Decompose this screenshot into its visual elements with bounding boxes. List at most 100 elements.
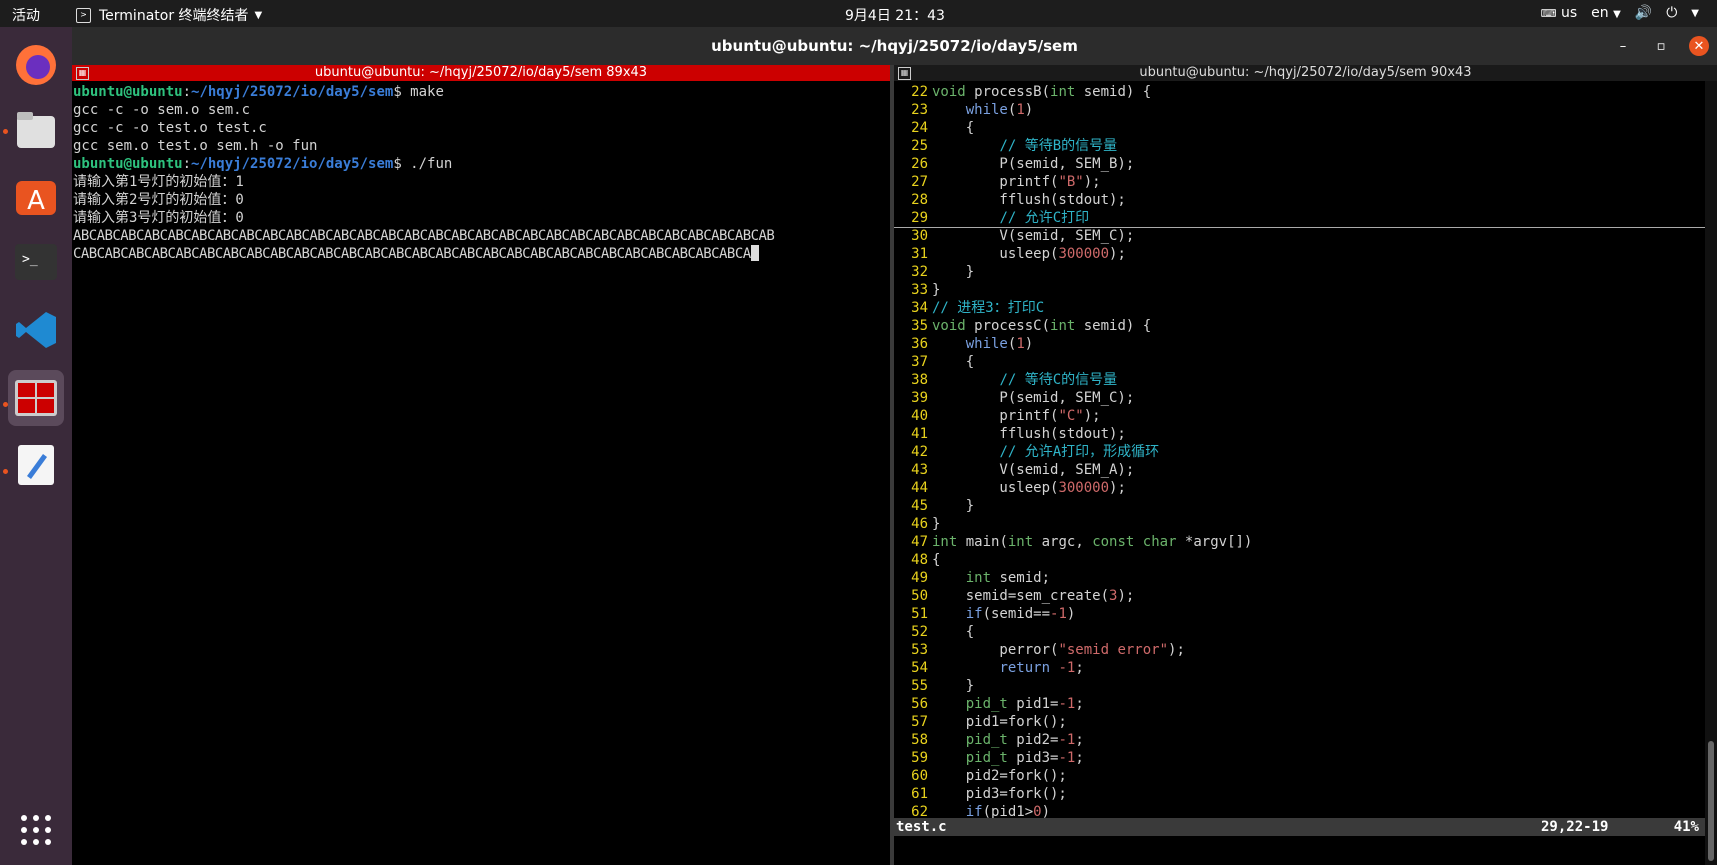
code-line[interactable]: 46} xyxy=(894,515,1717,533)
code-line[interactable]: 54 return -1; xyxy=(894,659,1717,677)
line-number: 44 xyxy=(911,480,928,496)
line-number: 28 xyxy=(911,192,928,208)
code-line[interactable]: 41 fflush(stdout); xyxy=(894,425,1717,443)
code-line[interactable]: 26 P(semid, SEM_B); xyxy=(894,155,1717,173)
firefox-icon xyxy=(16,45,56,85)
scrollbar[interactable] xyxy=(1705,81,1717,865)
code-line[interactable]: 56 pid_t pid1=-1; xyxy=(894,695,1717,713)
terminal-line: 请输入第1号灯的初始值：1 xyxy=(73,174,244,190)
code-line[interactable]: 31 usleep(300000); xyxy=(894,245,1717,263)
line-number: 41 xyxy=(911,426,928,442)
code-text: return -1; xyxy=(999,660,1084,676)
code-line[interactable]: 32 } xyxy=(894,263,1717,281)
code-line[interactable]: 27 printf("B"); xyxy=(894,173,1717,191)
code-line[interactable]: 39 P(semid, SEM_C); xyxy=(894,389,1717,407)
code-text: int semid; xyxy=(965,570,1051,586)
code-line[interactable]: 33} xyxy=(894,281,1717,299)
left-terminal-pane[interactable]: ▦ ubuntu@ubuntu: ~/hqyj/25072/io/day5/se… xyxy=(72,65,890,865)
code-line[interactable]: 36 while(1) xyxy=(894,335,1717,353)
code-text: pid3=fork(); xyxy=(932,786,1067,802)
code-line[interactable]: 49 int semid; xyxy=(894,569,1717,587)
code-text: V(semid, SEM_C); xyxy=(932,228,1135,244)
code-line[interactable]: 58 pid_t pid2=-1; xyxy=(894,731,1717,749)
scrollbar-thumb[interactable] xyxy=(1708,741,1714,861)
code-line[interactable]: 22 void processB(int semid) { xyxy=(894,83,1717,101)
vim-editor[interactable]: 22 void processB(int semid) {23 while(1) 2… xyxy=(894,81,1717,821)
terminal-line: ABCABCABCABCABCABCABCABCABCABCABCABCABCA… xyxy=(73,228,775,244)
power-icon[interactable]: ⏻ xyxy=(1666,5,1677,21)
dock-text-editor[interactable] xyxy=(8,437,64,493)
code-text: P(semid, SEM_C); xyxy=(932,390,1135,406)
code-line[interactable]: 52 { xyxy=(894,623,1717,641)
window-titlebar[interactable]: ubuntu@ubuntu: ~/hqyj/25072/io/day5/sem … xyxy=(72,27,1717,65)
line-number: 40 xyxy=(911,408,928,424)
code-line[interactable]: 44 usleep(300000); xyxy=(894,479,1717,497)
caret-down-icon: ▼ xyxy=(1613,9,1621,20)
maximize-button[interactable]: ▫ xyxy=(1651,36,1671,56)
code-line[interactable]: 61 pid3=fork(); xyxy=(894,785,1717,803)
dock-terminal[interactable]: >_ xyxy=(8,234,64,290)
code-text: } xyxy=(932,264,975,280)
dock-firefox[interactable] xyxy=(8,37,64,93)
code-line[interactable]: 59 pid_t pid3=-1; xyxy=(894,749,1717,767)
dock-files[interactable] xyxy=(8,102,64,158)
show-apps-button[interactable] xyxy=(8,802,64,858)
code-line[interactable]: 23 while(1) xyxy=(894,101,1717,119)
line-number: 61 xyxy=(911,786,928,802)
dock-software[interactable]: A xyxy=(8,167,64,223)
pane-grid-icon[interactable]: ▦ xyxy=(898,67,911,80)
dock-vscode[interactable] xyxy=(8,302,64,358)
code-line[interactable]: 28 fflush(stdout); xyxy=(894,191,1717,209)
line-number: 59 xyxy=(911,750,928,766)
line-number: 30 xyxy=(911,228,928,244)
terminal-line: gcc sem.o test.o sem.h -o fun xyxy=(73,138,318,154)
code-line[interactable]: 34// 进程3：打印C xyxy=(894,299,1717,317)
code-line[interactable]: 57 pid1=fork(); xyxy=(894,713,1717,731)
code-line[interactable]: 30 V(semid, SEM_C); xyxy=(894,227,1717,245)
code-line[interactable]: 53 perror("semid error"); xyxy=(894,641,1717,659)
keyboard-indicator[interactable]: ⌨ us xyxy=(1541,5,1578,21)
right-pane-titlebar[interactable]: ▦ ubuntu@ubuntu: ~/hqyj/25072/io/day5/se… xyxy=(894,65,1717,81)
activities-button[interactable]: 活动 xyxy=(12,5,40,25)
terminal-output[interactable]: ubuntu@ubuntu:~/hqyj/25072/io/day5/sem$ … xyxy=(72,81,890,263)
terminal-line: 请输入第3号灯的初始值：0 xyxy=(73,210,244,226)
code-line[interactable]: 55 } xyxy=(894,677,1717,695)
code-text: int main(int argc, const char *argv[]) xyxy=(932,534,1253,550)
line-number: 50 xyxy=(911,588,928,604)
right-terminal-pane[interactable]: ▦ ubuntu@ubuntu: ~/hqyj/25072/io/day5/se… xyxy=(894,65,1717,865)
code-text: pid2=fork(); xyxy=(932,768,1067,784)
app-menu[interactable]: > Terminator 终端终结者 ▼ xyxy=(76,5,262,25)
pane-grid-icon[interactable]: ▦ xyxy=(76,67,89,80)
code-line[interactable]: 24 { xyxy=(894,119,1717,137)
code-line[interactable]: 43 V(semid, SEM_A); xyxy=(894,461,1717,479)
code-line[interactable]: 60 pid2=fork(); xyxy=(894,767,1717,785)
line-number: 57 xyxy=(911,714,928,730)
code-line[interactable]: 37 { xyxy=(894,353,1717,371)
line-number: 31 xyxy=(911,246,928,262)
caret-down-icon[interactable]: ▼ xyxy=(1691,8,1699,19)
volume-icon[interactable]: 🔊 xyxy=(1635,5,1652,21)
clock[interactable]: 9月4日 21：43 xyxy=(845,5,945,25)
code-line[interactable]: 48{ xyxy=(894,551,1717,569)
line-number: 22 xyxy=(911,84,928,100)
code-line[interactable]: 35 void processC(int semid) { xyxy=(894,317,1717,335)
line-number: 58 xyxy=(911,732,928,748)
input-method-indicator[interactable]: en ▼ xyxy=(1591,5,1621,21)
left-pane-titlebar[interactable]: ▦ ubuntu@ubuntu: ~/hqyj/25072/io/day5/se… xyxy=(72,65,890,81)
code-line[interactable]: 40 printf("C"); xyxy=(894,407,1717,425)
code-line[interactable]: 38 // 等待C的信号量 xyxy=(894,371,1717,389)
code-line[interactable]: 29 // 允许C打印 xyxy=(894,209,1717,228)
dock-terminator[interactable] xyxy=(8,370,64,426)
code-line[interactable]: 51 if(semid==-1) xyxy=(894,605,1717,623)
code-line[interactable]: 25 // 等待B的信号量 xyxy=(894,137,1717,155)
terminal-icon: > xyxy=(76,7,91,23)
minimize-button[interactable]: – xyxy=(1613,36,1633,56)
code-line[interactable]: 45 } xyxy=(894,497,1717,515)
code-text: pid_t pid1=-1; xyxy=(965,696,1084,712)
code-line[interactable]: 42 // 允许A打印，形成循环 xyxy=(894,443,1717,461)
code-line[interactable]: 47 int main(int argc, const char *argv[]) xyxy=(894,533,1717,551)
close-button[interactable]: ✕ xyxy=(1689,36,1709,56)
code-text: usleep(300000); xyxy=(932,480,1126,496)
code-line[interactable]: 50 semid=sem_create(3); xyxy=(894,587,1717,605)
line-number: 24 xyxy=(911,120,928,136)
